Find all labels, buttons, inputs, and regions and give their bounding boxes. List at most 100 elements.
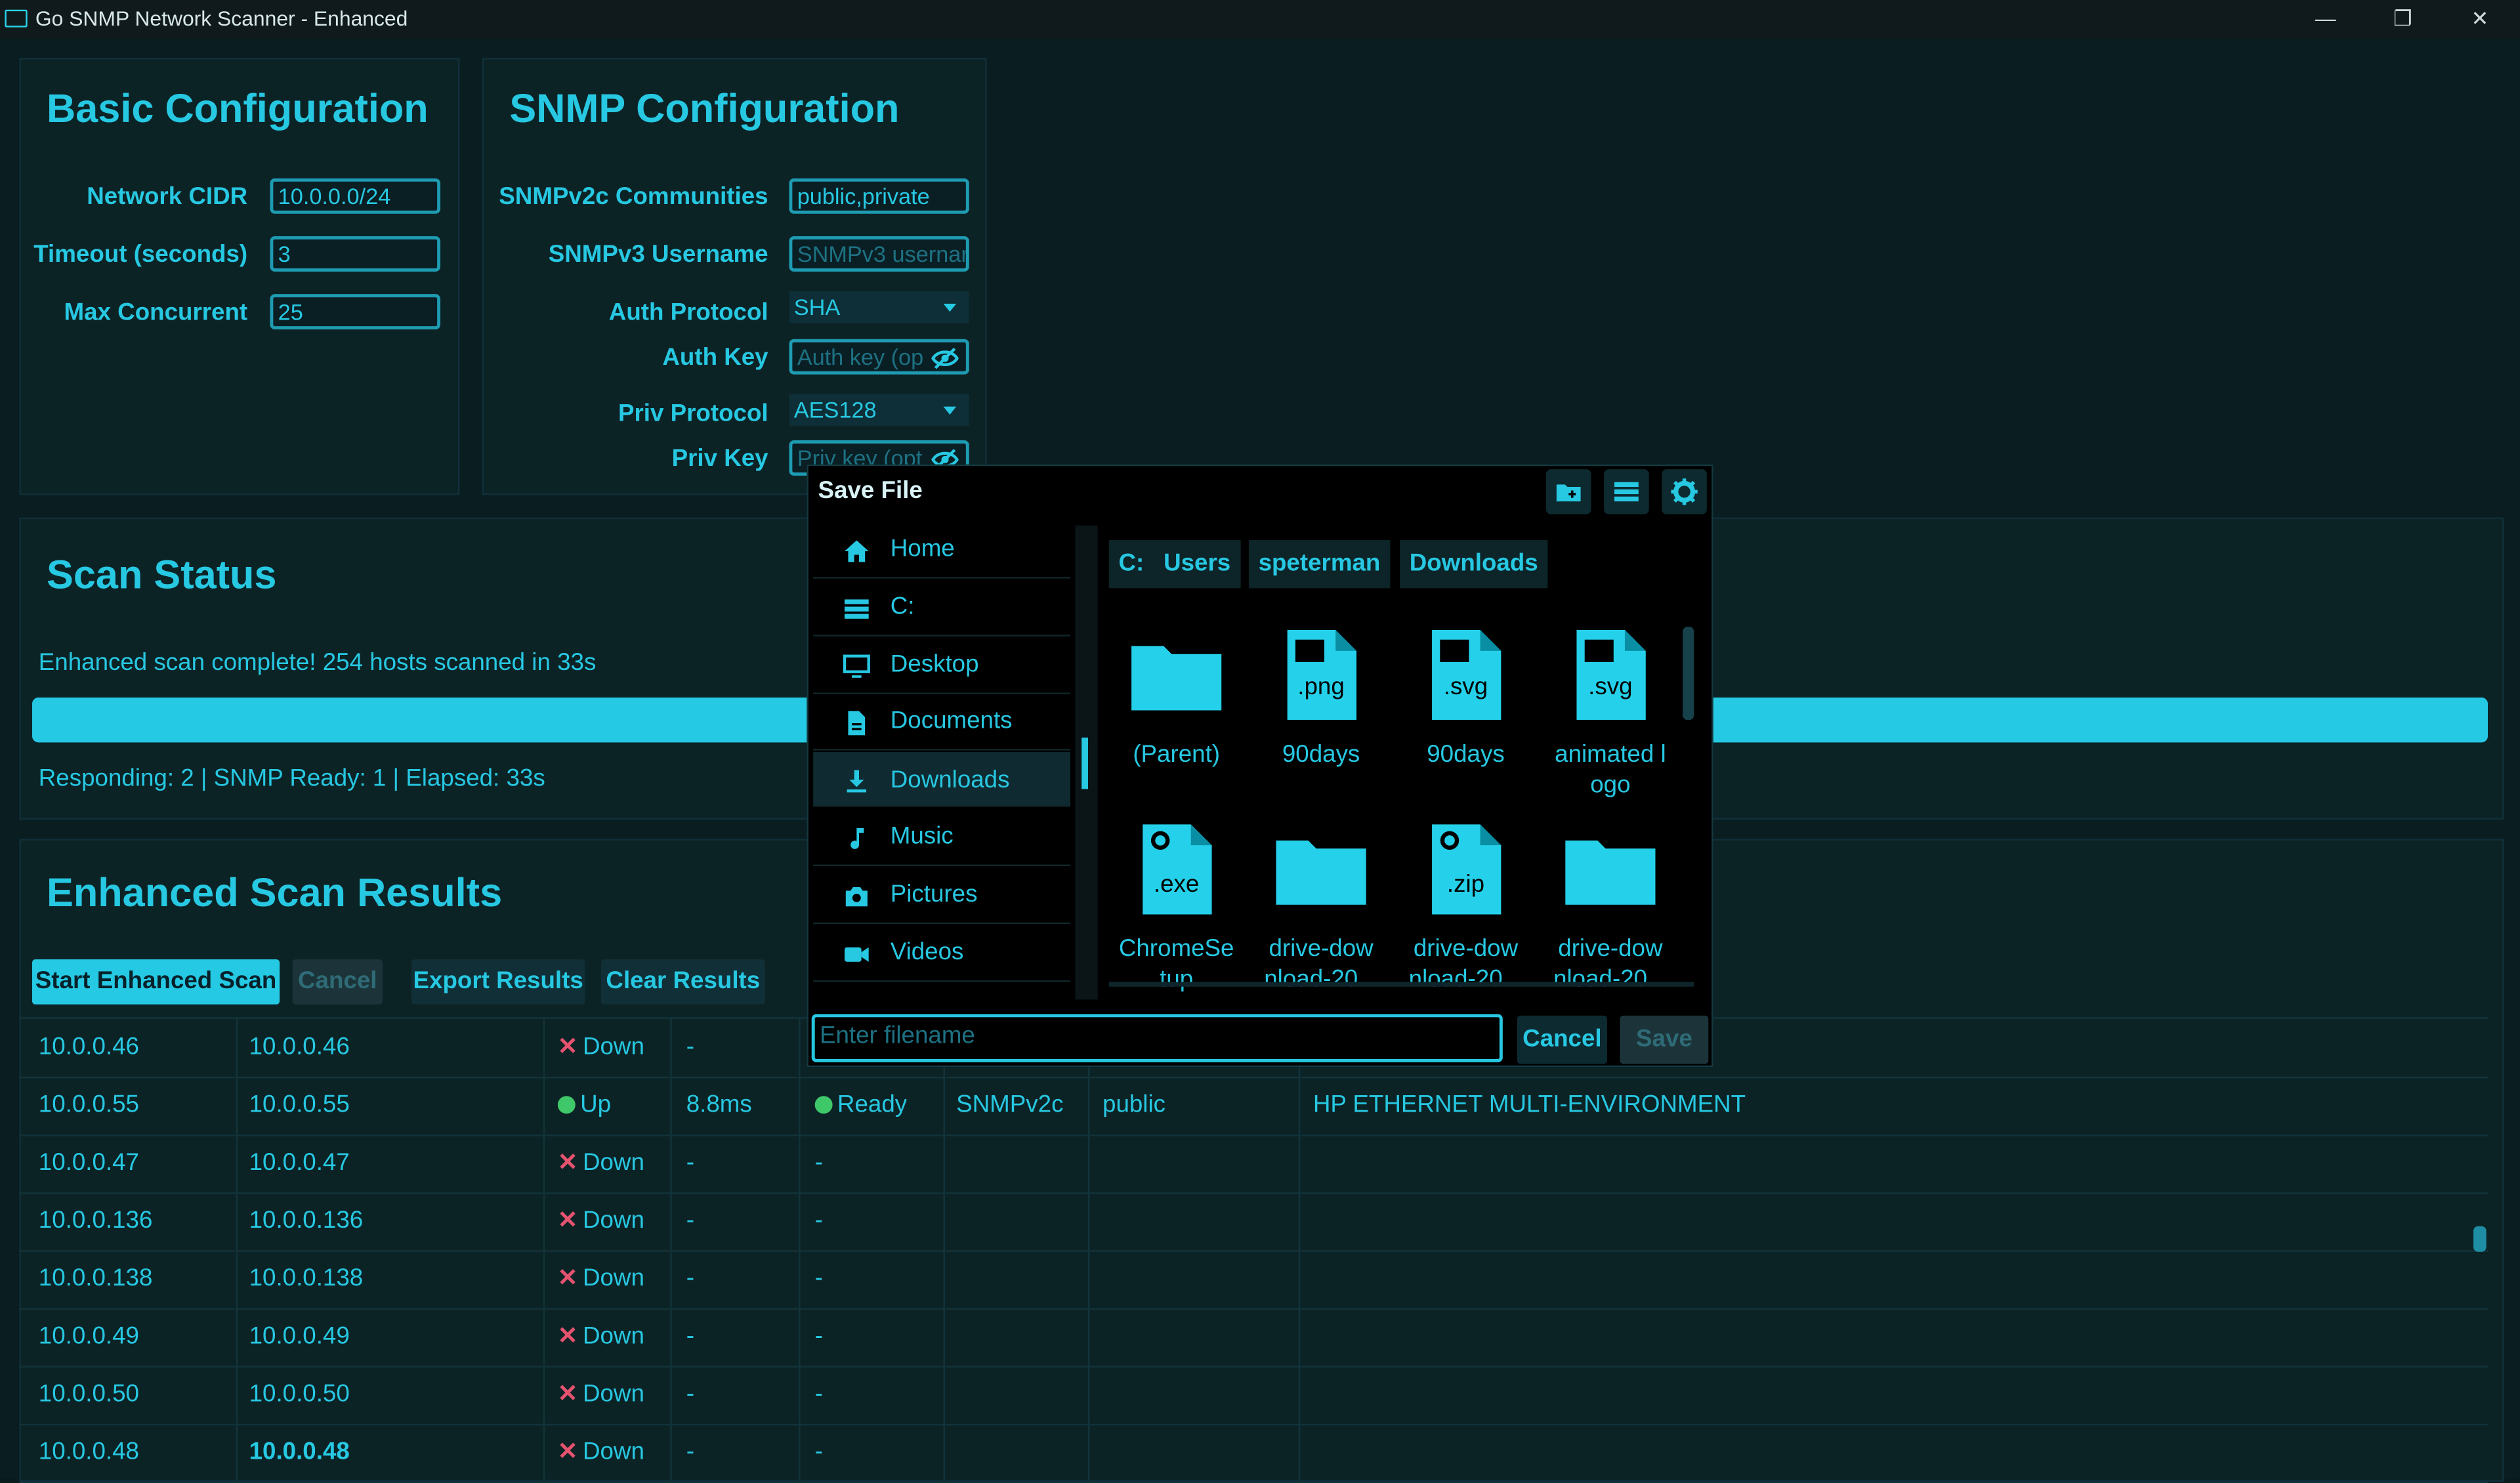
status-text: Down — [582, 1149, 644, 1177]
file-item[interactable]: .zip drive-dow nload-20... — [1393, 821, 1538, 994]
column-divider — [543, 1366, 545, 1424]
column-divider — [236, 1308, 238, 1366]
settings-button[interactable] — [1662, 469, 1707, 514]
file-item[interactable]: drive-dow nload-20... — [1538, 821, 1683, 994]
sidebar-item-home[interactable]: Home — [813, 522, 1071, 579]
username-input[interactable]: SNMPv3 usernar — [789, 236, 969, 272]
table-scrollbar[interactable] — [2473, 1226, 2487, 1252]
breadcrumb-item[interactable]: Downloads — [1400, 539, 1548, 589]
file-item[interactable]: .exe ChromeSe tup — [1104, 821, 1248, 994]
folder-icon — [1276, 840, 1366, 905]
cell-rtt: - — [686, 1438, 694, 1466]
file-item[interactable]: .svg 90days — [1393, 627, 1538, 770]
sidebar-scrollbar-thumb[interactable] — [1082, 738, 1088, 789]
file-grid-scrollbar[interactable] — [1683, 627, 1694, 721]
list-view-button[interactable] — [1604, 469, 1649, 514]
clear-results-button[interactable]: Clear Results — [600, 959, 765, 1005]
cell-snmp: - — [814, 1264, 823, 1292]
cell-status: ✕ Down — [558, 1366, 644, 1424]
column-divider — [1087, 1076, 1090, 1135]
file-name-line2: nload-20... — [1408, 965, 1523, 993]
file-extension: .zip — [1446, 871, 1485, 898]
filename-input[interactable]: Enter filename — [811, 1014, 1503, 1062]
eye-off-icon[interactable] — [931, 346, 959, 371]
column-divider — [799, 1134, 801, 1193]
gear-icon — [1671, 478, 1698, 505]
basic-config-panel: Basic Configuration — [19, 58, 460, 495]
file-item[interactable]: drive-dow nload-20... — [1249, 821, 1393, 994]
close-window-button[interactable]: ✕ — [2443, 3, 2517, 35]
communities-input[interactable]: public,private — [789, 178, 969, 214]
desktop-icon — [843, 654, 870, 677]
cell-host: 10.0.0.48 — [249, 1438, 350, 1466]
sidebar-item-downloads[interactable]: Downloads — [813, 752, 1071, 807]
table-row[interactable]: 10.0.0.55 10.0.0.55 Up 8.8ms Ready SNMPv2c pub… — [19, 1076, 2488, 1137]
status-text: Down — [582, 1322, 644, 1350]
cell-community: public — [1102, 1091, 1166, 1119]
sidebar-item-pictures[interactable]: Pictures — [813, 867, 1071, 924]
cell-host: 10.0.0.55 — [249, 1091, 350, 1119]
file-name-line2: nload-20... — [1553, 965, 1668, 993]
table-row[interactable]: 10.0.0.136 10.0.0.136 ✕ Down - - — [19, 1192, 2488, 1252]
column-divider — [1087, 1423, 1090, 1482]
file-item[interactable]: .png 90days — [1249, 627, 1393, 770]
sidebar-item-desktop[interactable]: Desktop — [813, 637, 1071, 694]
sidebar-item-videos[interactable]: Videos — [813, 925, 1071, 982]
x-mark-icon: ✕ — [557, 1149, 578, 1177]
cell-ip: 10.0.0.136 — [38, 1207, 153, 1234]
column-divider — [1298, 1366, 1301, 1424]
column-divider — [943, 1076, 946, 1135]
timeout-input[interactable]: 3 — [270, 236, 441, 272]
column-divider — [1087, 1366, 1090, 1424]
table-row[interactable]: 10.0.0.48 10.0.0.48 ✕ Down - - — [19, 1423, 2488, 1483]
auth-protocol-select[interactable]: SHA — [789, 291, 969, 324]
column-divider — [670, 1076, 672, 1135]
sidebar-item-documents[interactable]: Documents — [813, 695, 1071, 751]
max-concurrent-input[interactable]: 25 — [270, 294, 441, 330]
export-results-button[interactable]: Export Results — [411, 959, 585, 1005]
file-name-line2: nload-20... — [1264, 965, 1378, 993]
table-row[interactable]: 10.0.0.47 10.0.0.47 ✕ Down - - — [19, 1134, 2488, 1194]
dialog-save-button[interactable]: Save — [1620, 1015, 1709, 1064]
auth-key-input[interactable]: Auth key (op — [789, 339, 969, 375]
cell-status: ✕ Down — [558, 1019, 644, 1077]
camera-icon — [845, 887, 868, 906]
cell-status: ✕ Down — [558, 1424, 644, 1482]
sidebar-item-c[interactable]: C: — [813, 580, 1071, 637]
table-row[interactable]: 10.0.0.49 10.0.0.49 ✕ Down - - — [19, 1308, 2488, 1368]
breadcrumb-item[interactable]: speterman — [1248, 539, 1391, 589]
scan-summary: Responding: 2 | SNMP Ready: 1 | Elapsed:… — [38, 764, 545, 793]
cell-rtt: - — [686, 1033, 694, 1061]
table-row[interactable]: 10.0.0.138 10.0.0.138 ✕ Down - - — [19, 1250, 2488, 1310]
breadcrumb-item[interactable]: Users — [1154, 539, 1240, 589]
breadcrumb-item[interactable]: C: — [1108, 539, 1154, 589]
minimize-button[interactable]: — — [2288, 3, 2362, 35]
column-divider — [1087, 1134, 1090, 1193]
auth-key-label: Auth Key — [662, 344, 768, 371]
priv-key-label: Priv Key — [671, 445, 768, 473]
cancel-scan-button[interactable]: Cancel — [292, 959, 383, 1005]
maximize-button[interactable]: ❐ — [2366, 3, 2440, 35]
new-folder-button[interactable] — [1545, 469, 1591, 514]
table-row[interactable]: 10.0.0.50 10.0.0.50 ✕ Down - - — [19, 1366, 2488, 1426]
dialog-title: Save File — [818, 477, 923, 505]
file-extension: .png — [1297, 673, 1345, 701]
column-divider — [543, 1308, 545, 1366]
sidebar-item-music[interactable]: Music — [813, 810, 1071, 867]
dialog-cancel-button[interactable]: Cancel — [1517, 1015, 1607, 1064]
priv-protocol-select[interactable]: AES128 — [789, 394, 969, 426]
file-item[interactable]: (Parent) — [1104, 627, 1248, 770]
column-divider — [670, 1250, 672, 1308]
start-scan-button[interactable]: Start Enhanced Scan — [32, 959, 280, 1005]
network-cidr-input[interactable]: 10.0.0.0/24 — [270, 178, 441, 214]
cell-status: ✕ Down — [558, 1308, 644, 1366]
file-grid-hscrollbar[interactable] — [1108, 982, 1694, 987]
cell-host: 10.0.0.47 — [249, 1149, 350, 1177]
cell-status: Up — [557, 1077, 611, 1135]
file-item[interactable]: .svg animated l ogo — [1538, 627, 1683, 800]
chevron-down-icon — [943, 406, 957, 415]
max-concurrent-label: Max Concurrent — [64, 299, 248, 327]
cell-ip: 10.0.0.50 — [38, 1380, 139, 1408]
column-divider — [799, 1423, 801, 1482]
column-divider — [236, 1134, 238, 1193]
